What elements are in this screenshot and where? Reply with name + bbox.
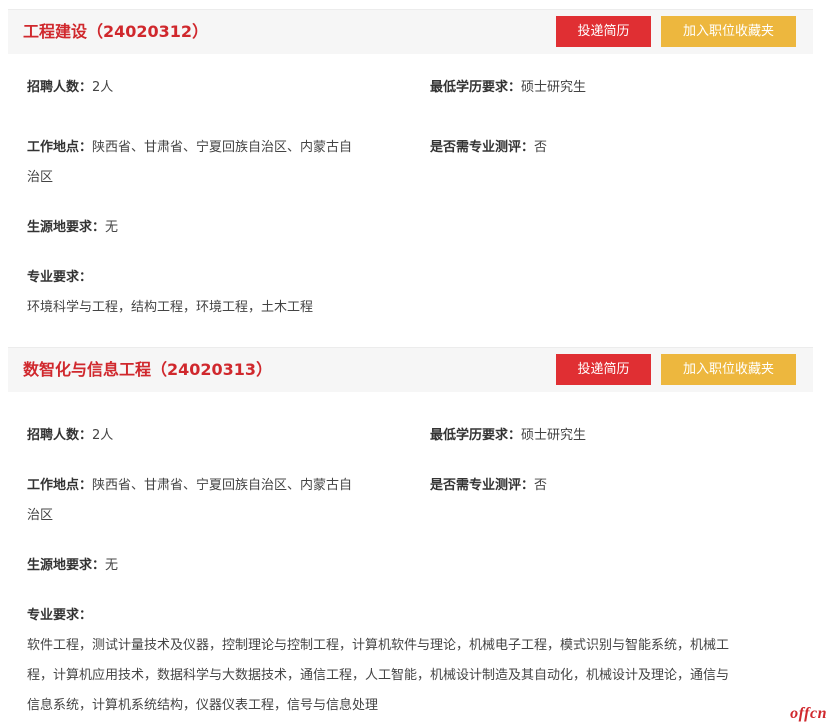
add-to-favorites-button[interactable]: 加入职位收藏夹 xyxy=(661,16,796,47)
location-label: 工作地点： xyxy=(27,140,93,155)
apply-resume-button[interactable]: 投递简历 xyxy=(556,354,651,385)
location-value-continued: 治区 xyxy=(27,508,54,523)
origin-field: 生源地要求：无 xyxy=(27,551,118,581)
education-label: 最低学历要求： xyxy=(430,428,522,443)
job-header: 工程建设（24020312） 投递简历 加入职位收藏夹 xyxy=(8,9,813,54)
headcount-label: 招聘人数： xyxy=(27,428,93,443)
major-value-line3: 信息系统，计算机系统结构，仪器仪表工程，信号与信息处理 xyxy=(27,698,379,713)
origin-value: 无 xyxy=(105,220,119,235)
offcn-watermark: offcn xyxy=(790,705,827,722)
location-value: 陕西省、甘肃省、宁夏回族自治区、内蒙古自 xyxy=(92,478,353,493)
origin-label: 生源地要求： xyxy=(27,558,106,573)
headcount-label: 招聘人数： xyxy=(27,80,93,95)
test-value: 否 xyxy=(534,140,548,155)
origin-label: 生源地要求： xyxy=(27,220,106,235)
headcount-value: 2人 xyxy=(92,428,114,443)
location-value: 陕西省、甘肃省、宁夏回族自治区、内蒙古自 xyxy=(92,140,353,155)
job-card: 工程建设（24020312） 投递简历 加入职位收藏夹 xyxy=(8,9,813,54)
location-field: 工作地点：陕西省、甘肃省、宁夏回族自治区、内蒙古自 xyxy=(27,471,352,501)
major-field: 专业要求： xyxy=(27,263,92,293)
major-value: 环境科学与工程，结构工程，环境工程，土木工程 xyxy=(27,300,314,315)
job-title: 数智化与信息工程（24020313） xyxy=(23,360,273,379)
education-field: 最低学历要求：硕士研究生 xyxy=(430,421,586,451)
apply-resume-button[interactable]: 投递简历 xyxy=(556,16,651,47)
major-label: 专业要求： xyxy=(27,608,93,623)
test-value: 否 xyxy=(534,478,548,493)
job-card: 数智化与信息工程（24020313） 投递简历 加入职位收藏夹 xyxy=(8,347,813,392)
education-label: 最低学历要求： xyxy=(430,80,522,95)
origin-field: 生源地要求：无 xyxy=(27,213,118,243)
headcount-field: 招聘人数：2人 xyxy=(27,421,113,451)
job-title: 工程建设（24020312） xyxy=(23,22,209,41)
headcount-value: 2人 xyxy=(92,80,114,95)
test-field: 是否需专业测评：否 xyxy=(430,471,547,501)
test-label: 是否需专业测评： xyxy=(430,478,535,493)
add-to-favorites-button[interactable]: 加入职位收藏夹 xyxy=(661,354,796,385)
origin-value: 无 xyxy=(105,558,119,573)
major-value: 软件工程，测试计量技术及仪器，控制理论与控制工程，计算机软件与理论，机械电子工程… xyxy=(27,638,730,653)
education-field: 最低学历要求：硕士研究生 xyxy=(430,73,586,103)
test-label: 是否需专业测评： xyxy=(430,140,535,155)
major-value-line2: 程，计算机应用技术，数据科学与大数据技术，通信工程，人工智能，机械设计制造及其自… xyxy=(27,668,730,683)
major-label: 专业要求： xyxy=(27,270,93,285)
education-value: 硕士研究生 xyxy=(521,428,587,443)
test-field: 是否需专业测评：否 xyxy=(430,133,547,163)
headcount-field: 招聘人数：2人 xyxy=(27,73,113,103)
location-value-continued: 治区 xyxy=(27,170,54,185)
education-value: 硕士研究生 xyxy=(521,80,587,95)
major-field: 专业要求： xyxy=(27,601,92,631)
location-field: 工作地点：陕西省、甘肃省、宁夏回族自治区、内蒙古自 xyxy=(27,133,352,163)
location-label: 工作地点： xyxy=(27,478,93,493)
job-header: 数智化与信息工程（24020313） 投递简历 加入职位收藏夹 xyxy=(8,347,813,392)
